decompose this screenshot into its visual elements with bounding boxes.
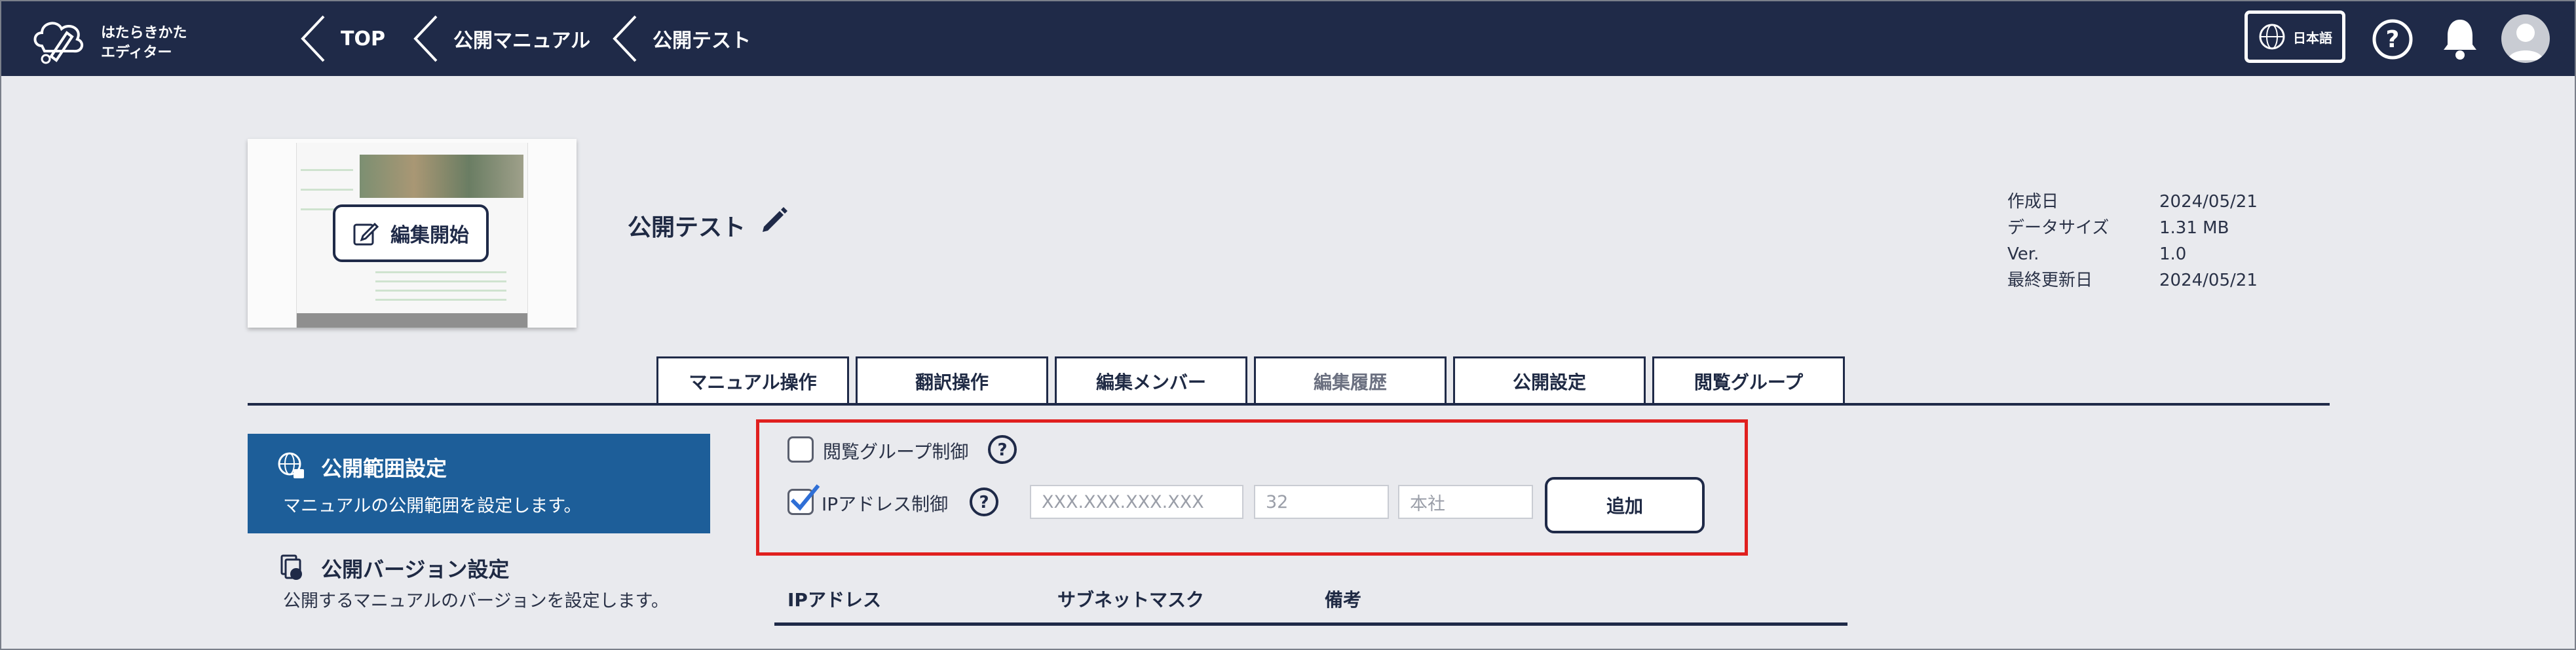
thumbnail-footer [297,313,527,328]
ip-restriction-checkbox[interactable] [787,484,820,515]
globe-lock-icon [278,452,304,478]
view-group-label: 閲覧グループ制御 [823,441,969,463]
svg-text:?: ? [997,440,1007,460]
language-button[interactable]: 日本語 [2245,10,2345,63]
meta-key: Ver. [2007,244,2039,264]
help-icon[interactable]: ? [2372,18,2414,60]
logo-text: はたらきかた エディター [101,24,187,63]
sidebar-item-title: 公開バージョン設定 [321,557,510,582]
thumbnail-line [375,271,506,273]
view-group-checkbox[interactable] [787,436,814,463]
note-input[interactable]: 本社 [1398,485,1533,519]
column-header-subnet: サブネットマスク [1057,589,1205,611]
thumbnail-line [375,299,506,301]
sidebar-item-desc: 公開するマニュアルのバージョンを設定します。 [283,591,669,611]
ip-restriction-label: IPアドレス制御 [822,493,949,515]
thumbnail-line [301,189,353,191]
sidebar-item-publish-version[interactable]: 公開バージョン設定 公開するマニュアルのバージョンを設定します。 [248,548,710,650]
pencil-icon[interactable] [760,206,789,235]
column-header-ip: IPアドレス [787,589,881,611]
tab-publish-settings[interactable]: 公開設定 [1453,356,1646,404]
tab-edit-members[interactable]: 編集メンバー [1055,356,1247,404]
meta-row: Ver. 1.0 [2007,241,2258,267]
language-label: 日本語 [2293,29,2332,46]
breadcrumb-top[interactable]: TOP [299,1,385,76]
meta-value: 1.31 MB [2159,218,2229,238]
table-header-divider [774,622,1847,626]
breadcrumb-public-manual[interactable]: 公開マニュアル [411,1,590,76]
meta-key: 最終更新日 [2007,271,2093,290]
thumbnail-photo [360,155,523,198]
add-button[interactable]: 追加 [1545,477,1705,533]
meta-row: 最終更新日 2024/05/21 [2007,267,2258,294]
ip-address-input[interactable]: XXX.XXX.XXX.XXX [1030,485,1243,519]
meta-row: データサイズ 1.31 MB [2007,215,2258,241]
logo-line-1: はたらきかた [101,25,187,41]
chevron-left-icon [301,15,325,62]
meta-key: データサイズ [2007,218,2110,238]
version-icon [280,554,302,580]
chevron-left-icon [413,15,438,62]
sidebar-item-title: 公開範囲設定 [321,456,447,481]
meta-value: 1.0 [2159,244,2187,264]
tab-edit-history[interactable]: 編集履歴 [1254,356,1447,404]
tab-translation-operations[interactable]: 翻訳操作 [856,356,1048,404]
meta-value: 2024/05/21 [2159,271,2258,290]
edit-icon [353,222,379,246]
chevron-left-icon [613,15,637,62]
sidebar-item-publish-scope[interactable]: 公開範囲設定 マニュアルの公開範囲を設定します。 [248,434,710,533]
tab-view-groups[interactable]: 閲覧グループ [1652,356,1845,404]
bell-icon[interactable] [2440,17,2480,60]
breadcrumb-label: 公開テスト [653,29,751,52]
top-bar: はたらきかた エディター TOP 公開マニュアル 公開テスト 日本語 ? [1,1,2575,76]
logo-icon[interactable] [29,13,88,66]
edit-start-button[interactable]: 編集開始 [333,204,489,262]
globe-icon [2259,24,2285,50]
sidebar-item-desc: マニュアルの公開範囲を設定します。 [283,496,582,516]
page-title: 公開テスト [628,214,746,241]
tab-manual-operations[interactable]: マニュアル操作 [656,356,849,404]
breadcrumb-label: TOP [341,27,385,50]
meta-row: 作成日 2024/05/21 [2007,189,2258,215]
breadcrumb-label: 公開マニュアル [453,29,591,52]
thumbnail-line [375,280,506,282]
logo-line-2: エディター [101,45,172,61]
column-header-note: 備考 [1325,589,1362,611]
edit-start-label: 編集開始 [390,224,469,247]
meta-value: 2024/05/21 [2159,192,2258,212]
document-meta: 作成日 2024/05/21 データサイズ 1.31 MB Ver. 1.0 最終更新… [2007,189,2258,294]
user-avatar[interactable] [2501,14,2550,63]
tab-divider [248,403,2330,406]
breadcrumb-public-test[interactable]: 公開テスト [611,1,751,76]
meta-key: 作成日 [2007,192,2059,212]
help-icon[interactable]: ? [987,434,1018,465]
check-icon [790,484,820,511]
thumbnail-line [375,290,506,292]
subnet-input[interactable]: 32 [1254,485,1389,519]
help-icon[interactable]: ? [968,486,1000,518]
thumbnail-line [301,169,353,171]
user-icon [2508,24,2543,60]
tab-bar: マニュアル操作 翻訳操作 編集メンバー 編集履歴 公開設定 閲覧グループ [656,356,1845,404]
svg-text:?: ? [2386,26,2400,53]
svg-text:?: ? [979,493,989,512]
